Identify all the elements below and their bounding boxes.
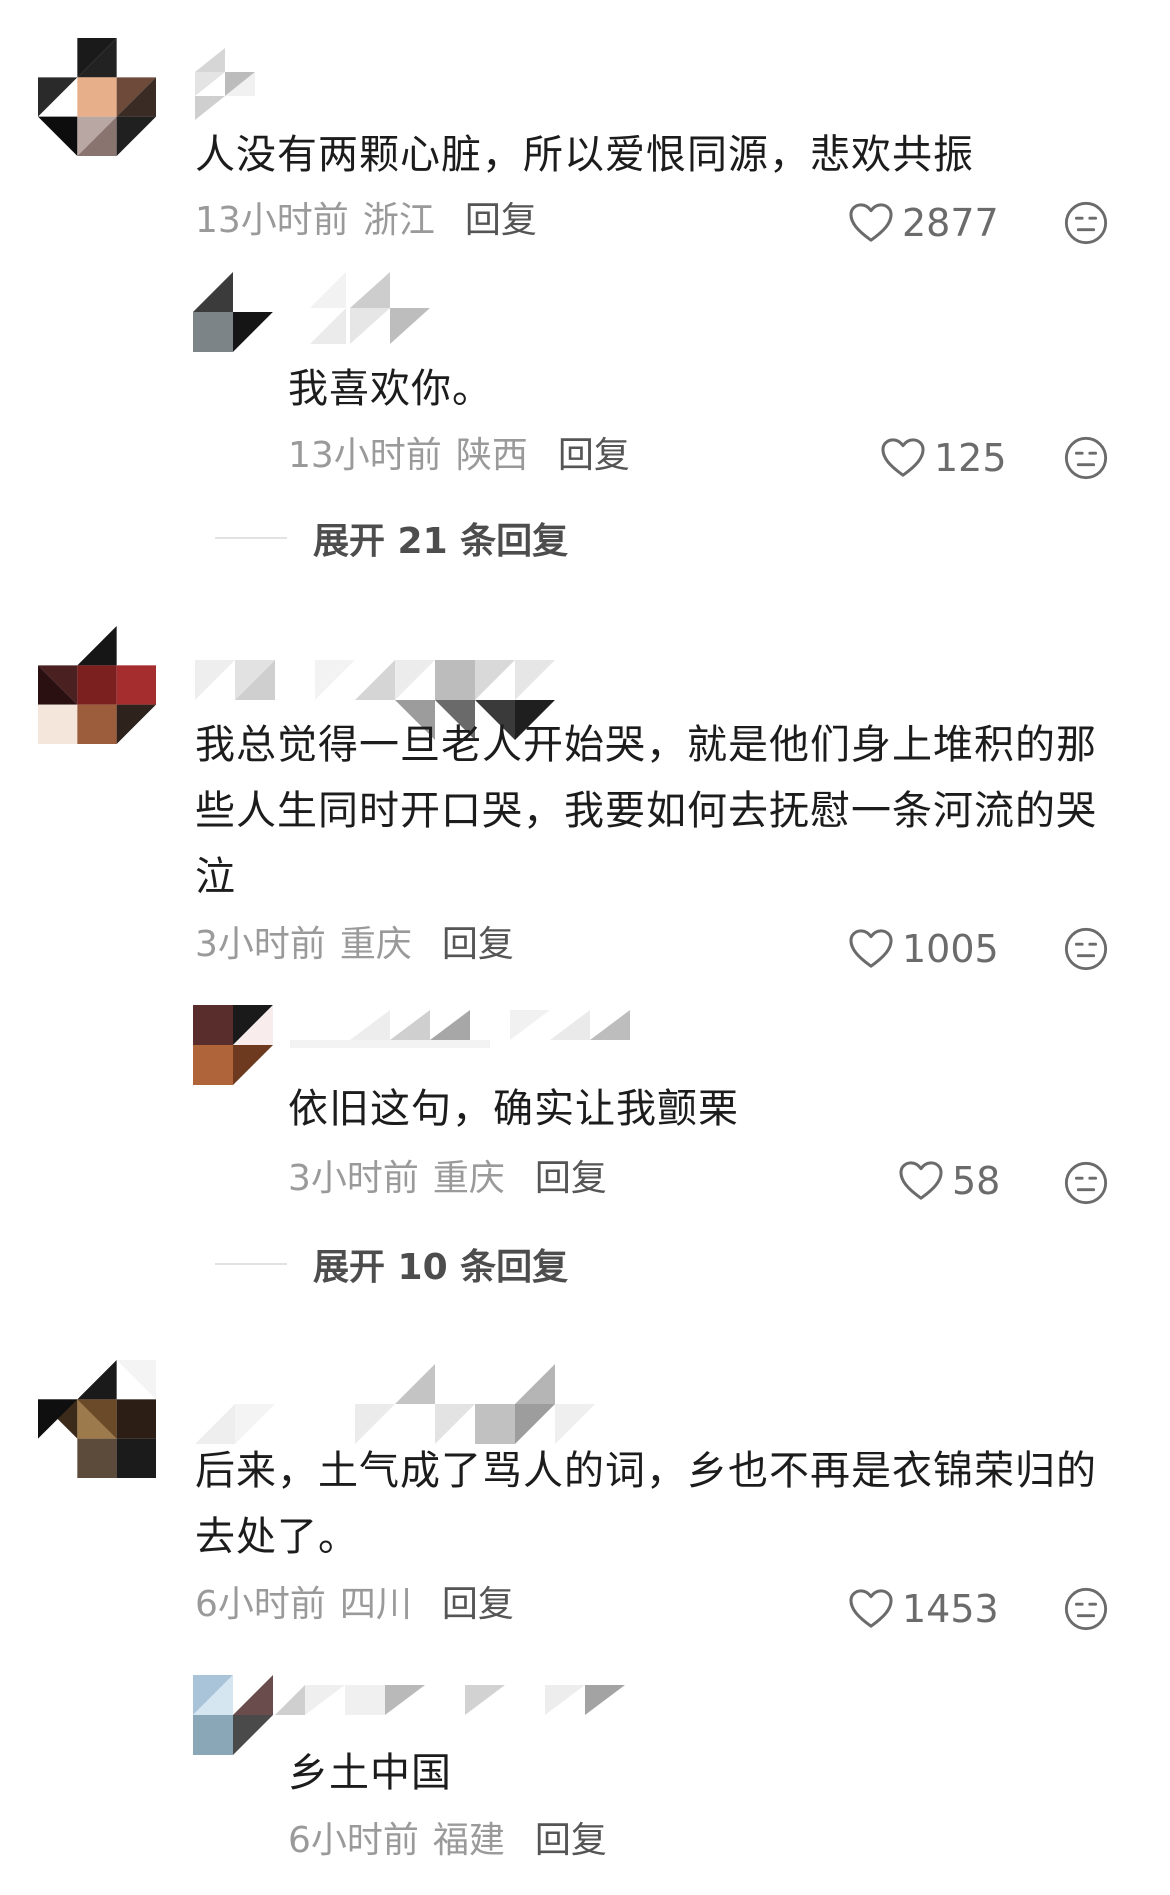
reply-button[interactable]: 回复 — [535, 1820, 607, 1861]
reply-meta: 6小时前 福建 回复 — [288, 1818, 607, 1864]
meh-face-icon — [1063, 1586, 1109, 1632]
comment-3: 后来，土气成了骂人的词，乡也不再是衣锦荣归的去处了。 6小时前 四川 回复 1453 — [0, 0, 1170, 1895]
username-blurred[interactable] — [195, 1364, 625, 1444]
comment-text: 后来，土气成了骂人的词，乡也不再是衣锦荣归的去处了。 — [195, 1448, 1097, 1560]
like-count: 1453 — [902, 1587, 999, 1631]
comment-time: 6小时前 — [195, 1584, 326, 1625]
reply-button[interactable]: 回复 — [442, 1584, 514, 1625]
reply-avatar[interactable] — [193, 1675, 273, 1755]
heart-outline-icon — [848, 1588, 894, 1630]
like-button[interactable]: 1453 — [848, 1584, 999, 1634]
dislike-button[interactable] — [1063, 1586, 1109, 1632]
comment-location: 四川 — [339, 1584, 412, 1625]
reply-username-blurred[interactable] — [275, 1675, 655, 1725]
avatar[interactable] — [38, 1360, 156, 1478]
comment-meta: 6小时前 四川 回复 — [195, 1582, 514, 1628]
reply-location: 福建 — [432, 1820, 505, 1861]
reply-text: 乡土中国 — [288, 1750, 452, 1796]
reply-time: 6小时前 — [288, 1820, 419, 1861]
